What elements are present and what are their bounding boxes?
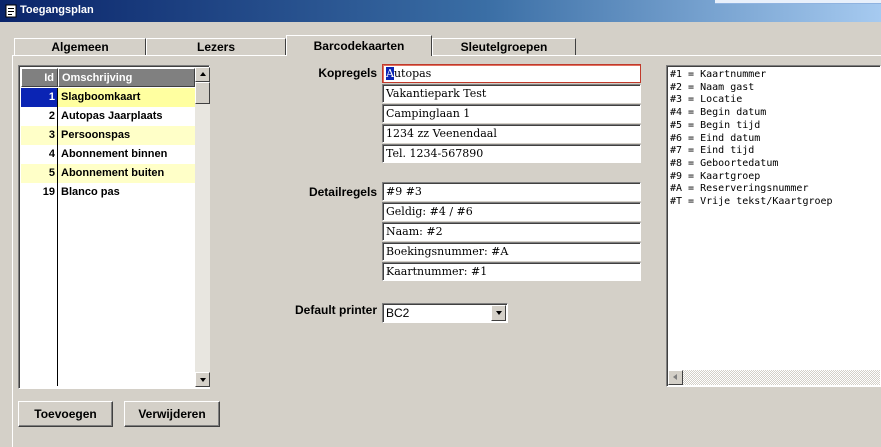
list-item[interactable]: 2 Autopas Jaarplaats — [21, 107, 195, 126]
scroll-up-button[interactable] — [195, 67, 210, 82]
list-item-id: 4 — [21, 145, 58, 164]
list-item-description: Abonnement buiten — [58, 164, 195, 183]
tab-algemeen[interactable]: Algemeen — [14, 38, 146, 56]
arrow-down-icon — [200, 378, 206, 382]
detail-line-4-field[interactable]: Boekingsnummer: #A — [382, 242, 641, 261]
scroll-down-button[interactable] — [195, 372, 210, 387]
tab-lezers[interactable]: Lezers — [146, 38, 286, 56]
list-item-description: Blanco pas — [58, 183, 195, 202]
list-item-id: 5 — [21, 164, 58, 183]
add-button[interactable]: Toevoegen — [18, 401, 113, 427]
list-scrollbar[interactable] — [195, 67, 210, 387]
remove-button[interactable]: Verwijderen — [124, 401, 220, 427]
header-line-4-field[interactable]: 1234 zz Veenendaal — [382, 124, 641, 143]
list-item-description: Persoonspas — [58, 126, 195, 145]
reference-line: #9 = Kaartgroep — [670, 170, 761, 182]
title-bar-strip — [715, 0, 881, 4]
placeholder-reference-list: #1 = Kaartnummer #2 = Naam gast #3 = Loc… — [668, 69, 833, 209]
default-printer-select[interactable]: BC2 — [382, 303, 508, 323]
reference-line: #5 = Begin tijd — [670, 119, 761, 131]
reference-line: #8 = Geboortedatum — [670, 157, 779, 169]
list-item-id: 3 — [21, 126, 58, 145]
arrow-left-icon — [673, 374, 677, 380]
header-line-5-field[interactable]: Tel. 1234-567890 — [382, 144, 641, 163]
list-item-id: 2 — [21, 107, 58, 126]
reference-line: #7 = Eind tijd — [670, 145, 755, 157]
reference-line: #T = Vrije tekst/Kaartgroep — [670, 196, 833, 208]
list-item[interactable]: 3 Persoonspas — [21, 126, 195, 145]
column-header-id[interactable]: Id — [21, 68, 58, 87]
title-bar: Toegangsplan — [0, 0, 881, 22]
card-type-list[interactable]: Id Omschrijving 1 Slagboomkaart 2 Autopa… — [18, 65, 210, 389]
detail-line-3-field[interactable]: Naam: #2 — [382, 222, 641, 241]
list-item-id: 19 — [21, 183, 58, 202]
column-header-description[interactable]: Omschrijving — [58, 68, 195, 87]
dropdown-button[interactable] — [491, 305, 506, 321]
list-item[interactable]: 4 Abonnement binnen — [21, 145, 195, 164]
reference-line: #A = Reserveringsnummer — [670, 183, 809, 195]
list-item-description: Autopas Jaarplaats — [58, 107, 195, 126]
chevron-down-icon — [496, 311, 502, 315]
detail-line-1-field[interactable]: #9 #3 — [382, 182, 641, 201]
list-item-description: Abonnement binnen — [58, 145, 195, 164]
header-lines-label: Kopregels — [318, 66, 377, 80]
reference-line: #3 = Locatie — [670, 94, 743, 106]
list-item-id: 1 — [21, 88, 58, 107]
list-item[interactable]: 19 Blanco pas — [21, 183, 195, 202]
tab-sleutelgroepen[interactable]: Sleutelgroepen — [432, 38, 576, 56]
header-line-1-field[interactable]: Autopas — [382, 64, 641, 83]
list-item-description: Slagboomkaart — [58, 88, 195, 107]
window-title: Toegangsplan — [20, 4, 94, 16]
reference-line: #2 = Naam gast — [670, 81, 755, 93]
tab-barcodekaarten[interactable]: Barcodekaarten — [286, 35, 432, 56]
header-line-2-field[interactable]: Vakantiepark Test — [382, 84, 641, 103]
list-header: Id Omschrijving — [21, 68, 195, 87]
reference-horizontal-scrollbar[interactable] — [668, 370, 880, 385]
detail-line-2-field[interactable]: Geldig: #4 / #6 — [382, 202, 641, 221]
reference-line: #1 = Kaartnummer — [670, 69, 767, 80]
header-line-3-field[interactable]: Campinglaan 1 — [382, 104, 641, 123]
scroll-left-button[interactable] — [668, 370, 683, 385]
list-rows: 1 Slagboomkaart 2 Autopas Jaarplaats 3 P… — [21, 88, 195, 202]
scroll-thumb[interactable] — [195, 82, 210, 104]
reference-line: #4 = Begin datum — [670, 107, 767, 119]
list-item[interactable]: 5 Abonnement buiten — [21, 164, 195, 183]
text-cursor-selection: A — [386, 67, 394, 80]
detail-line-5-field[interactable]: Kaartnummer: #1 — [382, 262, 641, 281]
default-printer-label: Default printer — [294, 303, 377, 317]
list-item[interactable]: 1 Slagboomkaart — [21, 88, 195, 107]
header-line-1-text: utopas — [393, 67, 432, 80]
arrow-up-icon — [200, 72, 206, 76]
default-printer-value: BC2 — [386, 306, 410, 320]
app-icon — [5, 4, 17, 18]
reference-line: #6 = Eind datum — [670, 132, 761, 144]
column-divider — [57, 88, 58, 386]
detail-lines-label: Detailregels — [308, 185, 377, 199]
placeholder-reference-box[interactable]: #1 = Kaartnummer #2 = Naam gast #3 = Loc… — [666, 65, 881, 387]
